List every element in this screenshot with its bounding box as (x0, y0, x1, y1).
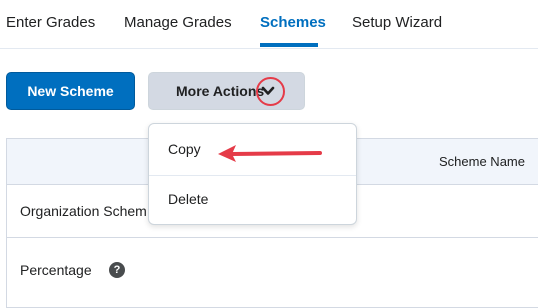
tab-enter-grades[interactable]: Enter Grades (6, 14, 95, 31)
menu-item-delete[interactable]: Delete (149, 175, 356, 226)
menu-item-label: Copy (168, 141, 201, 157)
tab-manage-grades[interactable]: Manage Grades (124, 14, 232, 31)
tab-schemes[interactable]: Schemes (260, 14, 326, 31)
scheme-name-cell[interactable]: Organization Schem (20, 203, 147, 219)
annotation-circle (256, 77, 285, 106)
new-scheme-button[interactable]: New Scheme (6, 72, 135, 110)
scheme-name-cell[interactable]: Percentage (20, 262, 92, 278)
grades-tab-bar: Enter Grades Manage Grades Schemes Setup… (0, 0, 538, 49)
column-header-scheme-name: Scheme Name (439, 154, 525, 169)
more-actions-menu: Copy Delete (148, 123, 357, 225)
annotation-arrow (218, 145, 322, 162)
tab-setup-wizard[interactable]: Setup Wizard (352, 14, 442, 31)
help-icon[interactable]: ? (109, 262, 125, 278)
active-tab-indicator (260, 43, 318, 47)
menu-item-label: Delete (168, 191, 209, 207)
more-actions-label: More Actions (176, 83, 265, 99)
